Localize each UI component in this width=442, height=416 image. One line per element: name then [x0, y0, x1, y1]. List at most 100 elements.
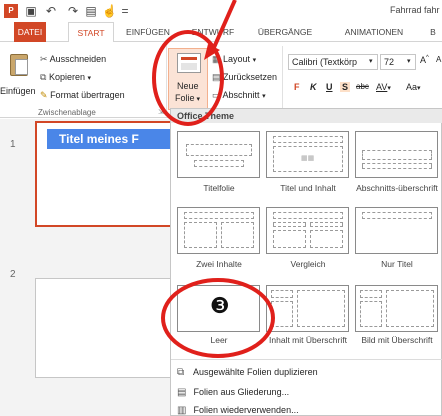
tab-uebergaenge[interactable]: ÜBERGÄNGE: [254, 22, 316, 42]
slide-title-text: Titel meines F: [59, 132, 139, 146]
title-bar: P ▣ ↶ ↷ ▤ ☝ = Fahrrad fahr: [0, 0, 442, 22]
section-button[interactable]: ▭ Abschnitt ▾: [212, 90, 266, 101]
touch-mode-icon[interactable]: ☝: [102, 4, 117, 18]
layout-label: Bild mit Überschrift: [361, 335, 433, 345]
ribbon-tabs: DATEI START EINFÜGEN ENTWURF ÜBERGÄNGE A…: [0, 22, 442, 43]
outline-icon: ▤: [177, 387, 187, 398]
underline-button[interactable]: U: [326, 82, 333, 92]
layout-icon: ▦: [212, 54, 221, 64]
new-slide-label-line2: Folie ▾: [175, 93, 200, 103]
chevron-down-icon: ▾: [369, 58, 373, 65]
layout-label: Abschnitts-überschrift: [356, 183, 438, 193]
format-painter-icon: ✎: [40, 90, 48, 100]
reuse-slides-icon: ▥: [177, 405, 187, 416]
character-spacing-button[interactable]: AV▾: [376, 82, 391, 92]
paste-label: Einfügen: [0, 86, 36, 96]
step-marker: ❸: [210, 294, 230, 319]
layout-titelfolie[interactable]: [177, 131, 260, 178]
section-icon: ▭: [212, 90, 221, 100]
chevron-down-icon: ▾: [407, 58, 411, 65]
layout-label: Titelfolie: [203, 183, 235, 193]
slide-number: 1: [10, 139, 16, 150]
menu-item-duplicate-slides[interactable]: ⧉ Ausgewählte Folien duplizieren: [177, 367, 318, 378]
italic-button[interactable]: K: [310, 82, 317, 92]
layout-label: Leer: [210, 335, 228, 345]
save-icon[interactable]: ▣: [24, 4, 38, 18]
layout-label: Titel und Inhalt: [280, 183, 336, 193]
paste-button[interactable]: Einfügen: [0, 50, 36, 100]
new-slide-button[interactable]: Neue Folie ▾: [168, 48, 208, 110]
tab-datei[interactable]: DATEI: [14, 22, 46, 42]
powerpoint-logo-icon: P: [4, 4, 18, 18]
chevron-down-icon: ▾: [252, 57, 257, 64]
layout-abschnittsueberschrift[interactable]: [355, 131, 438, 178]
layout-leer[interactable]: ❸: [177, 285, 260, 332]
gallery-header: Office Theme: [171, 109, 442, 123]
clipboard-paper-icon: [15, 59, 28, 75]
slide-thumbnail-1[interactable]: Titel meines F: [35, 121, 177, 227]
tab-einfuegen[interactable]: EINFÜGEN: [122, 22, 174, 42]
layout-inhalt-mit-ueberschrift[interactable]: [266, 285, 349, 332]
layout-vergleich[interactable]: [266, 207, 349, 254]
slide-title-box: Titel meines F: [47, 129, 177, 149]
strikethrough-button[interactable]: abc: [356, 82, 369, 91]
chevron-down-icon: ▾: [194, 96, 200, 103]
layout-nur-titel[interactable]: [355, 207, 438, 254]
tab-more[interactable]: B: [426, 22, 440, 42]
scissors-icon: ✂: [40, 54, 48, 64]
redo-icon[interactable]: ↷: [66, 4, 80, 18]
section-label: Abschnitt: [222, 90, 260, 100]
clipboard-launcher-icon[interactable]: ⇲: [158, 108, 164, 116]
font-size-dropdown[interactable]: 72 ▾: [380, 54, 416, 70]
slide-panel: 1 Titel meines F 2: [0, 119, 177, 416]
copy-icon: ⧉: [40, 72, 47, 82]
customize-qat-icon[interactable]: =: [118, 4, 132, 18]
tab-entwurf[interactable]: ENTWURF: [186, 22, 240, 42]
reset-icon: ▤: [212, 72, 221, 82]
change-case-button[interactable]: Aa▾: [406, 82, 421, 92]
bold-button[interactable]: F: [294, 82, 300, 92]
slide-number: 2: [10, 269, 16, 280]
font-name-value: Calibri (Textkörp: [292, 57, 358, 67]
format-painter-label: Format übertragen: [50, 90, 125, 100]
menu-separator: [171, 359, 442, 360]
grow-font-icon[interactable]: A^: [420, 55, 429, 65]
content-placeholder-icon: ▦▦: [301, 155, 315, 162]
shadow-button[interactable]: S: [340, 82, 351, 92]
layout-label: Vergleich: [290, 259, 326, 269]
group-label-clipboard: Zwischenablage: [38, 108, 96, 117]
chevron-down-icon: ▾: [417, 85, 421, 92]
cut-button[interactable]: ✂ Ausschneiden: [40, 54, 106, 65]
tab-start[interactable]: START: [68, 22, 114, 43]
layout-zwei-inhalte[interactable]: [177, 207, 260, 254]
layout-label: Layout: [223, 54, 251, 64]
chevron-down-icon: ▾: [87, 75, 92, 82]
menu-item-slides-from-outline[interactable]: ▤ Folien aus Gliederung...: [177, 387, 289, 398]
font-size-value: 72: [384, 57, 395, 67]
tab-animationen[interactable]: ANIMATIONEN: [338, 22, 410, 42]
duplicate-slide-icon: ⧉: [177, 367, 185, 378]
layout-button[interactable]: ▦ Layout ▾: [212, 54, 256, 65]
undo-icon[interactable]: ↶: [44, 4, 58, 18]
format-painter-button[interactable]: ✎ Format übertragen: [40, 90, 125, 101]
layout-gallery-dropdown: Office Theme Titelfolie ▦▦ Titel und Inh…: [170, 108, 442, 416]
copy-button[interactable]: ⧉ Kopieren ▾: [40, 72, 91, 83]
layout-label: Zwei Inhalte: [196, 259, 242, 269]
layout-bild-mit-ueberschrift[interactable]: [355, 285, 438, 332]
menu-item-reuse-slides[interactable]: ▥ Folien wiederverwenden...: [177, 405, 299, 416]
document-title: Fahrrad fahr: [390, 5, 440, 15]
group-separator: [166, 46, 167, 116]
layout-label: Inhalt mit Überschrift: [269, 335, 347, 345]
font-name-dropdown[interactable]: Calibri (Textkörp ▾: [288, 54, 378, 70]
layout-titel-und-inhalt[interactable]: ▦▦: [266, 131, 349, 178]
new-slide-label-line1: Neue: [177, 81, 199, 91]
shrink-font-icon[interactable]: A: [436, 55, 441, 64]
slide-thumbnail-2[interactable]: [35, 278, 175, 378]
ribbon: Einfügen ✂ Ausschneiden ⧉ Kopieren ▾ ✎ F…: [0, 42, 442, 118]
reset-button[interactable]: ▤ Zurücksetzen: [212, 72, 277, 83]
copy-label: Kopieren: [48, 72, 85, 82]
chevron-down-icon: ▾: [387, 85, 391, 92]
group-separator: [282, 46, 283, 116]
presentation-icon[interactable]: ▤: [84, 4, 98, 18]
cut-label: Ausschneiden: [49, 54, 107, 64]
